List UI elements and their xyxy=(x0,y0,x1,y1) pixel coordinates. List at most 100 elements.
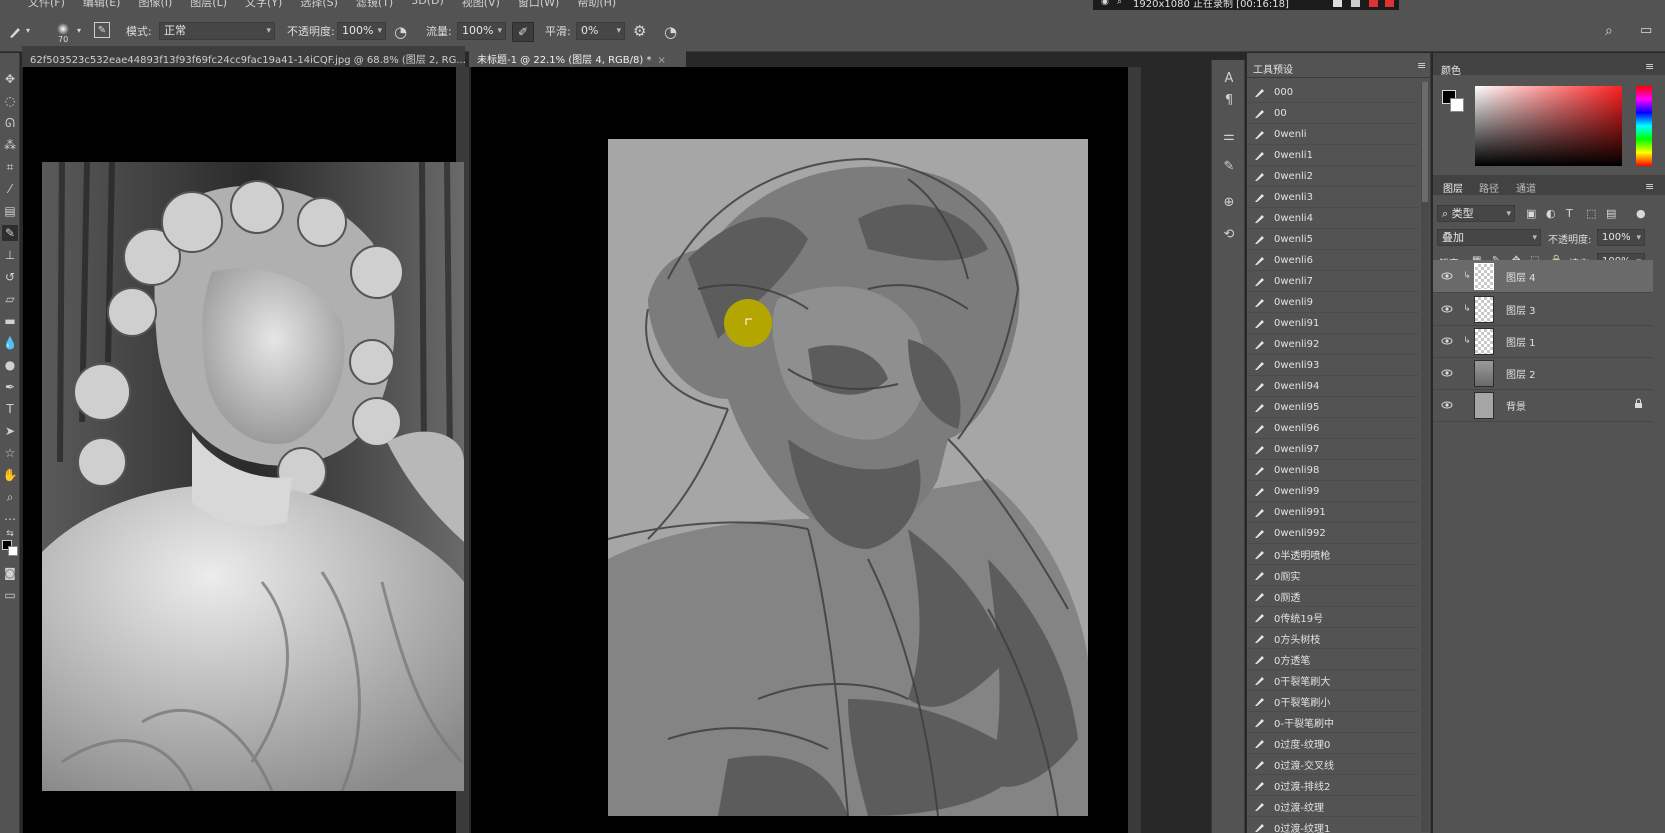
search-icon[interactable]: ⌕ xyxy=(1605,23,1613,39)
preset-item[interactable]: 0厕透 xyxy=(1247,586,1419,607)
painting-canvas[interactable] xyxy=(608,139,1088,816)
visibility-eye-icon[interactable] xyxy=(1441,367,1453,379)
clone-source-panel-icon[interactable]: ⊕ xyxy=(1221,194,1237,210)
zoom-tool-icon[interactable]: ⌕ xyxy=(2,489,18,505)
pen-icon[interactable] xyxy=(1351,0,1360,7)
preset-item[interactable]: 0wenli5 xyxy=(1247,229,1419,250)
tab-reference-image[interactable]: 62f503523c532eae44893f13f93f69fc24cc9fac… xyxy=(22,46,465,67)
layer-row[interactable]: ↳ 图层 3 xyxy=(1433,293,1653,326)
preset-scrollbar[interactable] xyxy=(1421,82,1429,832)
blur-tool-icon[interactable]: 💧 xyxy=(2,335,18,351)
pressure-opacity-icon[interactable]: ◔ xyxy=(394,23,407,41)
airbrush-icon[interactable]: ✐ xyxy=(512,22,534,42)
brush-settings-icon[interactable]: ✎ xyxy=(94,22,110,38)
filter-pixel-icon[interactable]: ▣ xyxy=(1526,207,1536,220)
preset-item[interactable]: 0wenli1 xyxy=(1247,145,1419,166)
preset-item[interactable]: 0wenli95 xyxy=(1247,397,1419,418)
preset-item[interactable]: 0wenli xyxy=(1247,124,1419,145)
mode-select[interactable]: 正常 ▾ xyxy=(159,22,275,40)
preset-item[interactable]: 0wenli99 xyxy=(1247,481,1419,502)
filter-toggle-icon[interactable]: ● xyxy=(1636,207,1646,220)
menu-item[interactable]: 滤镜(T) xyxy=(356,0,393,10)
eraser-tool-icon[interactable]: ▱ xyxy=(2,291,18,307)
menu-item[interactable]: 选择(S) xyxy=(300,0,338,10)
dodge-tool-icon[interactable]: ● xyxy=(2,357,18,373)
visibility-eye-icon[interactable] xyxy=(1441,335,1453,347)
more-tools-icon[interactable]: ⋯ xyxy=(2,511,18,527)
lasso-tool-icon[interactable]: ᘏ xyxy=(2,115,18,131)
preset-item[interactable]: 0过渡-排线2 xyxy=(1247,775,1419,796)
eyedropper-tool-icon[interactable]: ⁄ xyxy=(2,181,18,197)
preset-item[interactable]: 0过渡-纹理1 xyxy=(1247,817,1419,833)
layer-filter-select[interactable]: ⌕ 类型 ▾ xyxy=(1437,205,1515,222)
crop-tool-icon[interactable]: ⌗ xyxy=(2,159,18,175)
preset-item[interactable]: 0传统19号 xyxy=(1247,607,1419,628)
layer-row[interactable]: 图层 2 xyxy=(1433,357,1653,390)
preset-item[interactable]: 0wenli94 xyxy=(1247,376,1419,397)
menu-item[interactable]: 文字(Y) xyxy=(245,0,282,10)
filter-adjustment-icon[interactable]: ◐ xyxy=(1546,207,1556,220)
hand-tool-icon[interactable]: ✋ xyxy=(2,467,18,483)
character-panel-icon[interactable]: A xyxy=(1221,70,1237,86)
brush-tool-icon[interactable] xyxy=(6,24,24,40)
menu-item[interactable]: 图层(L) xyxy=(190,0,227,10)
path-select-tool-icon[interactable]: ➤ xyxy=(2,423,18,439)
brush-dropdown-icon[interactable]: ▾ xyxy=(77,26,81,35)
smooth-input[interactable]: 0% ▾ xyxy=(576,22,625,40)
preset-item[interactable]: 0wenli97 xyxy=(1247,439,1419,460)
preset-item[interactable]: 0-干裂笔刷中 xyxy=(1247,712,1419,733)
menu-item[interactable]: 图像(I) xyxy=(138,0,172,10)
preset-item[interactable]: 0wenli3 xyxy=(1247,187,1419,208)
filter-type-icon[interactable]: T xyxy=(1566,207,1573,220)
panel-menu-icon[interactable]: ≡ xyxy=(1645,180,1654,193)
document-scrollbar[interactable] xyxy=(1128,67,1141,833)
preset-item[interactable]: 0wenli92 xyxy=(1247,334,1419,355)
color-picker-field[interactable] xyxy=(1475,86,1622,166)
history-panel-icon[interactable]: ⟲ xyxy=(1221,226,1237,242)
preset-item[interactable]: 00 xyxy=(1247,103,1419,124)
tab-color[interactable]: 颜色 xyxy=(1441,62,1461,77)
gradient-tool-icon[interactable]: ▬ xyxy=(2,313,18,329)
shape-tool-icon[interactable]: ☆ xyxy=(2,445,18,461)
preset-item[interactable]: 0方透笔 xyxy=(1247,649,1419,670)
stamp-tool-icon[interactable]: ⊥ xyxy=(2,247,18,263)
preset-item[interactable]: 0厕实 xyxy=(1247,565,1419,586)
panel-menu-icon[interactable]: ≡ xyxy=(1417,59,1426,72)
background-color-swatch[interactable] xyxy=(8,546,18,556)
preset-item[interactable]: 0wenli98 xyxy=(1247,460,1419,481)
preset-item[interactable]: 0干裂笔刷小 xyxy=(1247,691,1419,712)
opacity-input[interactable]: 100% ▾ xyxy=(337,22,386,40)
preset-item[interactable]: 0干裂笔刷大 xyxy=(1247,670,1419,691)
preset-item[interactable]: 0wenli7 xyxy=(1247,271,1419,292)
tab-channels[interactable]: 通道 xyxy=(1516,180,1536,195)
pressure-size-icon[interactable]: ◔ xyxy=(664,23,677,41)
flow-input[interactable]: 100% ▾ xyxy=(457,22,506,40)
preset-item[interactable]: 0wenli992 xyxy=(1247,523,1419,544)
marquee-tool-icon[interactable]: ◌ xyxy=(2,93,18,109)
tab-layers[interactable]: 图层 xyxy=(1443,180,1463,195)
scrollbar-thumb[interactable] xyxy=(1422,82,1428,202)
preset-item[interactable]: 000 xyxy=(1247,82,1419,103)
layer-opacity-input[interactable]: 100% ▾ xyxy=(1597,229,1645,246)
menu-item[interactable]: 窗口(W) xyxy=(518,0,559,10)
menu-item[interactable]: 视图(V) xyxy=(462,0,500,10)
layer-row[interactable]: ↳ 图层 1 xyxy=(1433,325,1653,358)
visibility-eye-icon[interactable] xyxy=(1441,303,1453,315)
preset-item[interactable]: 0wenli93 xyxy=(1247,355,1419,376)
preset-item[interactable]: 0过渡-纹理 xyxy=(1247,796,1419,817)
layer-row[interactable]: 背景 xyxy=(1433,389,1653,422)
filter-shape-icon[interactable]: ⬚ xyxy=(1586,207,1596,220)
close-icon[interactable]: × xyxy=(657,55,665,66)
type-tool-icon[interactable]: T xyxy=(2,401,18,417)
menu-item[interactable]: 3D(D) xyxy=(411,0,444,10)
background-color-swatch[interactable] xyxy=(1450,98,1464,112)
hue-slider[interactable] xyxy=(1636,86,1652,166)
menu-item[interactable]: 文件(F) xyxy=(28,0,65,10)
visibility-eye-icon[interactable] xyxy=(1441,270,1453,282)
healing-tool-icon[interactable]: ▤ xyxy=(2,203,18,219)
menu-item[interactable]: 帮助(H) xyxy=(577,0,616,10)
move-tool-icon[interactable]: ✥ xyxy=(2,71,18,87)
preset-item[interactable]: 0wenli96 xyxy=(1247,418,1419,439)
preset-item[interactable]: 0wenli6 xyxy=(1247,250,1419,271)
preset-item[interactable]: 0过渡-交叉线 xyxy=(1247,754,1419,775)
